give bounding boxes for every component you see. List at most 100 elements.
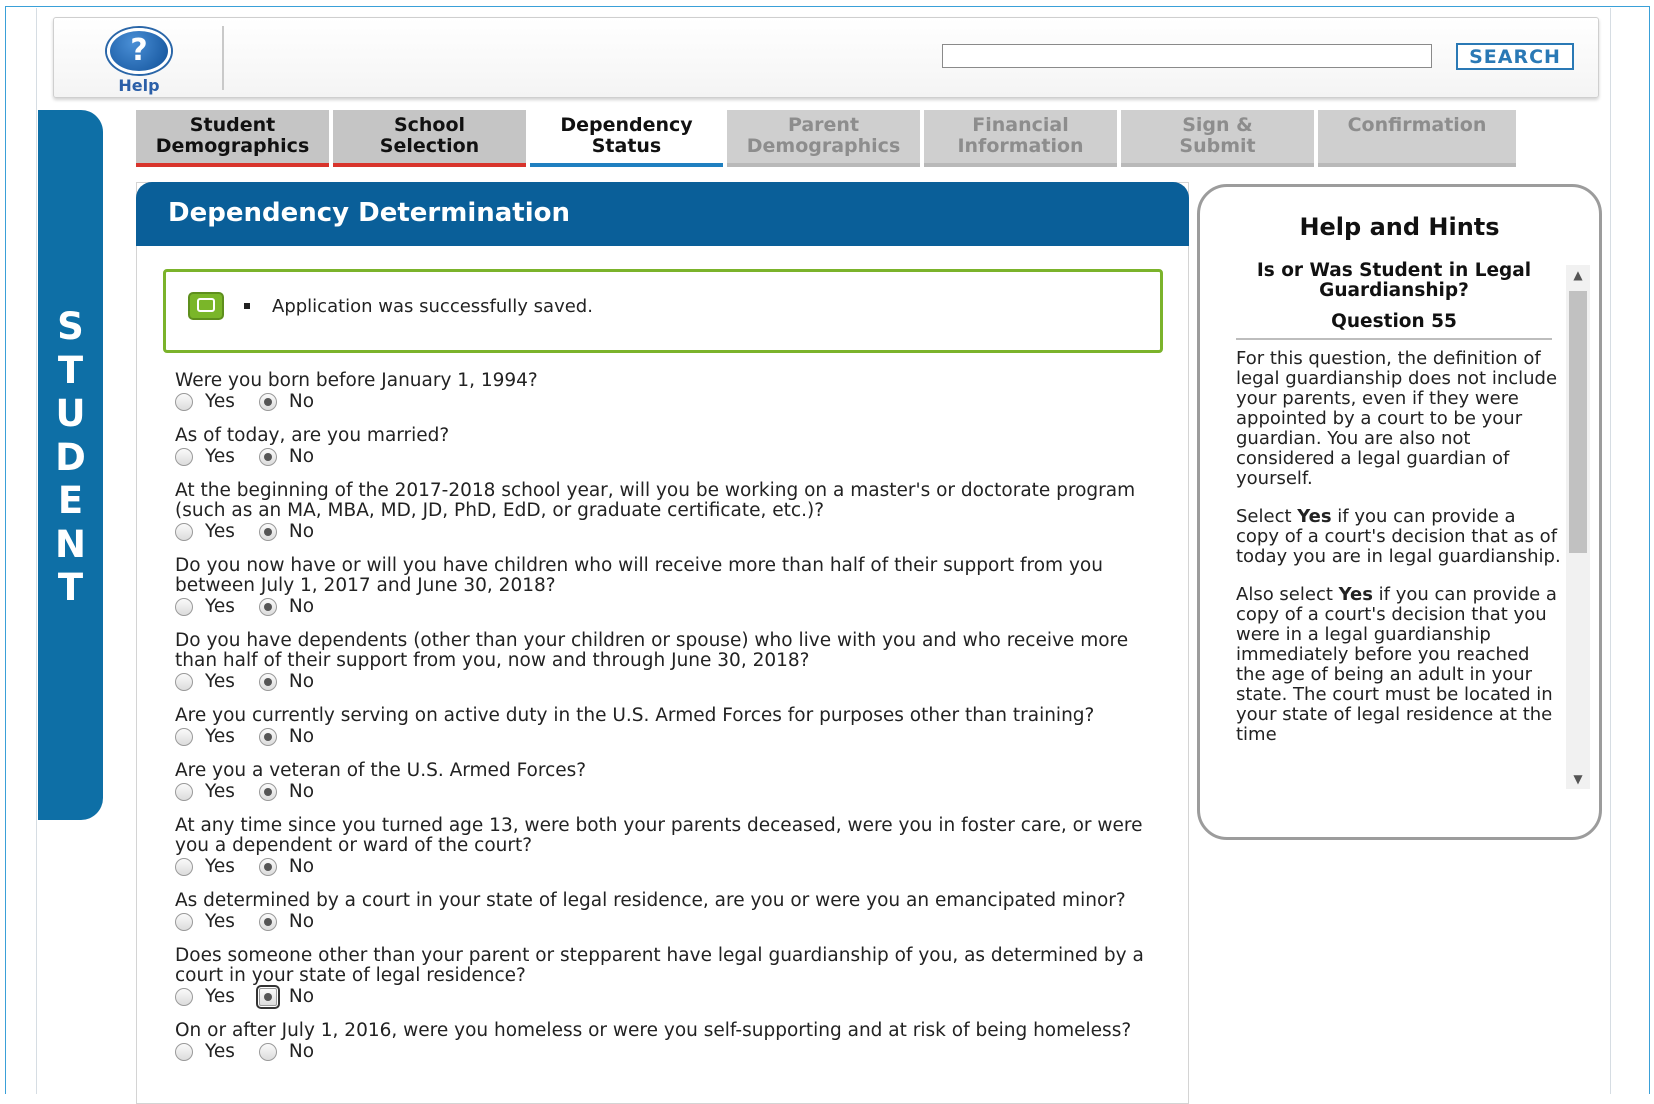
no-radio[interactable] bbox=[258, 598, 277, 616]
no-option[interactable]: No bbox=[258, 521, 315, 543]
yes-label: Yes bbox=[205, 781, 235, 802]
yes-radio[interactable] bbox=[175, 858, 193, 876]
yes-option[interactable]: Yes bbox=[175, 911, 235, 933]
question-item: As of today, are you married? Yes No bbox=[175, 426, 1165, 468]
question-text: As determined by a court in your state o… bbox=[175, 890, 1126, 911]
answer-options: Yes No bbox=[175, 856, 1165, 878]
no-label: No bbox=[288, 986, 315, 1007]
yes-radio[interactable] bbox=[175, 673, 193, 691]
tab-label-line1: Confirmation bbox=[1347, 114, 1487, 136]
tab-school-selection[interactable]: School Selection bbox=[333, 110, 526, 167]
search-input[interactable] bbox=[942, 44, 1432, 68]
yes-radio[interactable] bbox=[175, 913, 193, 931]
answer-options: Yes No bbox=[175, 726, 1165, 748]
success-message: Application was successfully saved. bbox=[272, 296, 593, 317]
tab-label-line2: Submit bbox=[1179, 135, 1256, 157]
no-option[interactable]: No bbox=[258, 856, 314, 878]
no-option[interactable]: No bbox=[255, 985, 315, 1009]
no-label: No bbox=[288, 446, 315, 467]
no-radio[interactable] bbox=[258, 523, 277, 541]
help-paragraph: Select Yes if you can provide a copy of … bbox=[1236, 507, 1562, 567]
no-option[interactable]: No bbox=[258, 781, 314, 803]
no-label: No bbox=[288, 671, 315, 692]
help-text-bold: Yes bbox=[1297, 506, 1332, 527]
no-option[interactable]: No bbox=[258, 446, 315, 468]
help-body: For this question, the definition of leg… bbox=[1236, 349, 1562, 785]
question-item: Do you have dependents (other than your … bbox=[175, 631, 1165, 693]
yes-label: Yes bbox=[205, 391, 235, 412]
yes-option[interactable]: Yes bbox=[175, 596, 235, 618]
no-radio[interactable] bbox=[258, 673, 277, 691]
no-option[interactable]: No bbox=[258, 596, 315, 618]
no-label: No bbox=[288, 596, 315, 617]
tab-confirmation[interactable]: Confirmation bbox=[1318, 110, 1516, 167]
no-radio[interactable] bbox=[258, 783, 277, 801]
tab-label-line2: Selection bbox=[379, 135, 480, 157]
yes-option[interactable]: Yes bbox=[175, 856, 235, 878]
no-option[interactable]: No bbox=[258, 671, 315, 693]
scroll-thumb[interactable] bbox=[1569, 291, 1587, 553]
no-option[interactable]: No bbox=[258, 726, 314, 748]
answer-options: Yes No bbox=[175, 911, 1165, 933]
yes-option[interactable]: Yes bbox=[175, 521, 235, 543]
tab-label-line2: Demographics bbox=[746, 135, 901, 157]
yes-radio[interactable] bbox=[175, 523, 193, 541]
no-radio[interactable] bbox=[258, 1043, 277, 1061]
no-radio[interactable] bbox=[258, 858, 277, 876]
search-button[interactable]: SEARCH bbox=[1456, 43, 1574, 70]
no-radio[interactable] bbox=[258, 393, 277, 411]
answer-options: Yes No bbox=[175, 446, 1165, 468]
tab-financial-information[interactable]: Financial Information bbox=[924, 110, 1117, 167]
no-label: No bbox=[288, 521, 315, 542]
yes-radio[interactable] bbox=[175, 1043, 193, 1061]
yes-radio[interactable] bbox=[175, 783, 193, 801]
tab-student-demographics[interactable]: Student Demographics bbox=[136, 110, 329, 167]
student-vertical-label: STUDENT bbox=[38, 305, 103, 610]
yes-label: Yes bbox=[205, 911, 235, 932]
scroll-up-arrow-icon[interactable]: ▲ bbox=[1566, 265, 1590, 285]
question-item: Does someone other than your parent or s… bbox=[175, 946, 1165, 1009]
yes-option[interactable]: Yes bbox=[175, 781, 235, 803]
bullet-icon bbox=[244, 303, 250, 309]
check-icon bbox=[188, 292, 224, 320]
no-radio[interactable] bbox=[255, 985, 280, 1009]
yes-option[interactable]: Yes bbox=[175, 726, 235, 748]
question-text: Do you have dependents (other than your … bbox=[175, 630, 1129, 671]
student-letter: D bbox=[55, 435, 86, 479]
tab-dependency-status[interactable]: Dependency Status bbox=[530, 110, 723, 167]
question-item: At the beginning of the 2017-2018 school… bbox=[175, 481, 1165, 543]
question-text: As of today, are you married? bbox=[175, 425, 450, 446]
help-text-bold: Yes bbox=[1338, 584, 1373, 605]
tab-label-line2: Status bbox=[591, 135, 662, 157]
tab-sign-submit[interactable]: Sign & Submit bbox=[1121, 110, 1314, 167]
yes-radio[interactable] bbox=[175, 988, 193, 1006]
help-scrollbar[interactable]: ▲ ▼ bbox=[1566, 265, 1590, 789]
question-text: Are you currently serving on active duty… bbox=[175, 705, 1095, 726]
help-link[interactable]: ? Help bbox=[104, 28, 174, 95]
scroll-down-arrow-icon[interactable]: ▼ bbox=[1566, 769, 1590, 789]
yes-option[interactable]: Yes bbox=[175, 986, 235, 1008]
success-message-box: Application was successfully saved. bbox=[163, 269, 1163, 353]
yes-option[interactable]: Yes bbox=[175, 1041, 235, 1063]
yes-option[interactable]: Yes bbox=[175, 446, 235, 468]
no-radio[interactable] bbox=[258, 913, 277, 931]
answer-options: Yes No bbox=[175, 521, 1165, 543]
help-label[interactable]: Help bbox=[104, 76, 174, 95]
yes-radio[interactable] bbox=[175, 393, 193, 411]
help-question-number: Question 55 bbox=[1331, 311, 1457, 332]
yes-radio[interactable] bbox=[175, 448, 193, 466]
header-divider bbox=[222, 26, 224, 90]
yes-option[interactable]: Yes bbox=[175, 671, 235, 693]
no-option[interactable]: No bbox=[258, 911, 314, 933]
no-option[interactable]: No bbox=[258, 391, 314, 413]
no-radio[interactable] bbox=[258, 448, 277, 466]
no-option[interactable]: No bbox=[258, 1041, 314, 1063]
no-radio[interactable] bbox=[258, 728, 277, 746]
help-icon[interactable]: ? bbox=[107, 28, 171, 74]
tab-parent-demographics[interactable]: Parent Demographics bbox=[727, 110, 920, 167]
yes-radio[interactable] bbox=[175, 598, 193, 616]
yes-option[interactable]: Yes bbox=[175, 391, 235, 413]
yes-radio[interactable] bbox=[175, 728, 193, 746]
student-letter: T bbox=[57, 566, 84, 609]
question-item: Are you currently serving on active duty… bbox=[175, 706, 1165, 748]
